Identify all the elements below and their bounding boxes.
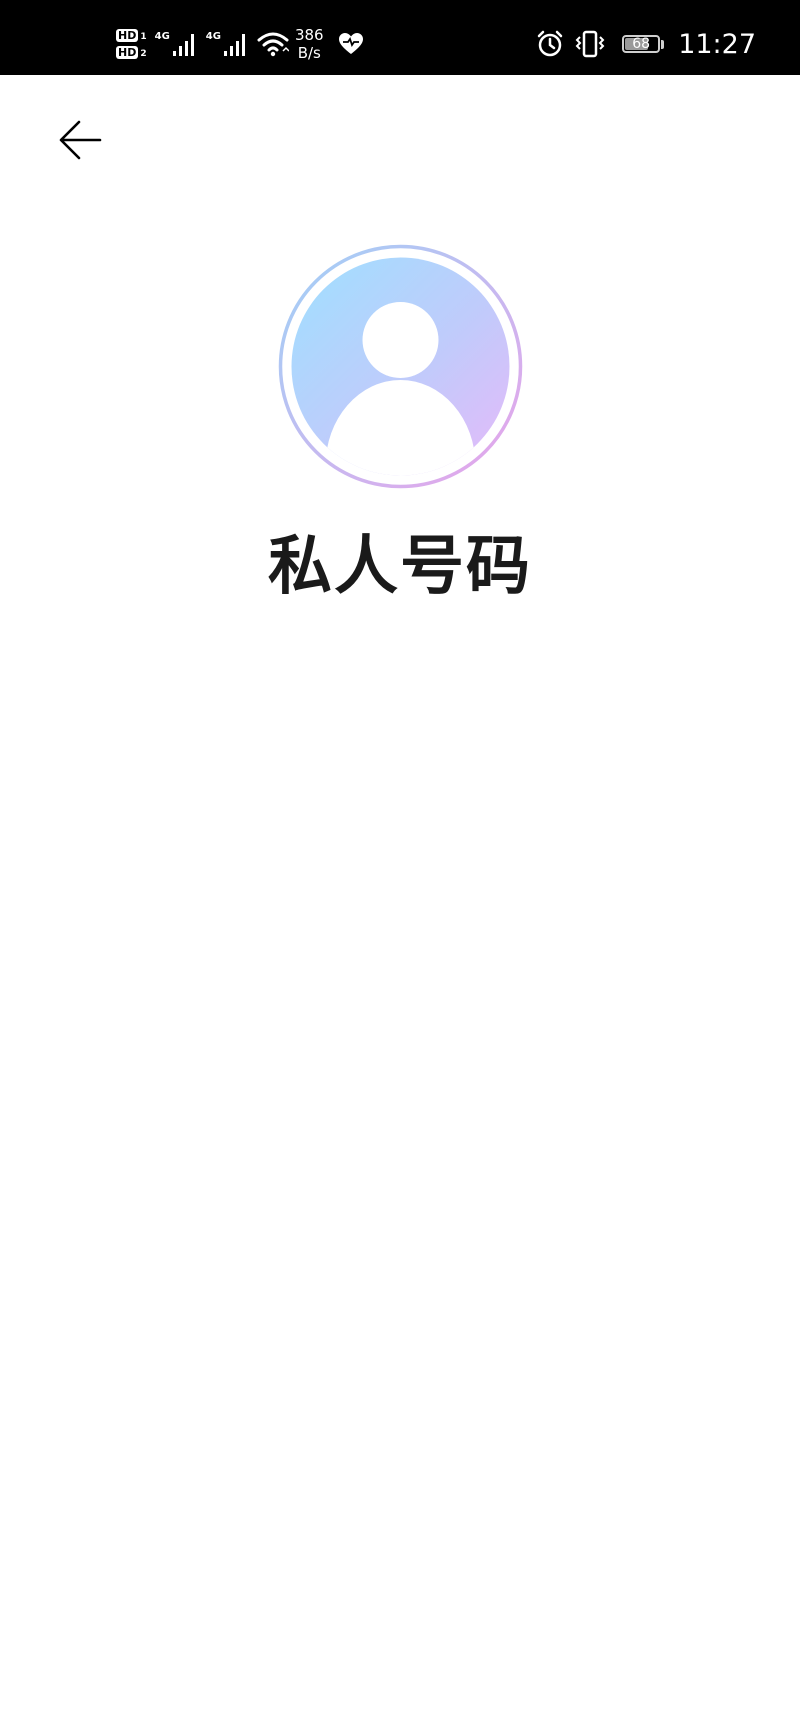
hd-badge-2: HD [116, 46, 139, 59]
sim2-hd: HD 2 [116, 46, 147, 59]
network-type-1: 4G [154, 31, 170, 42]
sim2-signal: 4G [206, 31, 249, 57]
battery-level: 68 [632, 36, 651, 52]
speed-value: 386 [294, 26, 324, 44]
battery-tip [661, 39, 665, 49]
signal-icon [223, 34, 245, 56]
sim1-hd: HD 1 [116, 29, 147, 42]
arrow-left-icon [59, 120, 102, 160]
speed-unit: B/s [297, 44, 321, 62]
hd-badge-1: HD [116, 29, 139, 42]
hd-indicators: HD 1 HD 2 [116, 29, 147, 59]
health-heart-icon [338, 33, 363, 54]
wifi-icon [257, 32, 289, 57]
battery-indicator: 68 [616, 35, 665, 53]
alarm-icon [537, 30, 563, 57]
vibrate-icon [575, 30, 605, 58]
network-speed: 386 B/s [295, 26, 324, 62]
sim1-signal: 4G [155, 31, 198, 57]
battery-icon: 68 [622, 35, 661, 53]
contact-name: 私人号码 [268, 530, 532, 604]
sim1-index: 1 [140, 32, 147, 42]
signal-icon [172, 34, 194, 56]
network-type-2: 4G [205, 31, 221, 42]
status-bar-right: 68 11:27 [536, 20, 756, 68]
back-button[interactable] [52, 112, 108, 168]
status-bar: HD 1 HD 2 4G 4G 386 B/s 68 11:27 [0, 0, 800, 75]
contact-avatar [278, 244, 523, 489]
status-time: 11:27 [678, 28, 756, 60]
sim2-index: 2 [140, 49, 147, 59]
status-bar-left: HD 1 HD 2 4G 4G 386 B/s [116, 20, 364, 68]
